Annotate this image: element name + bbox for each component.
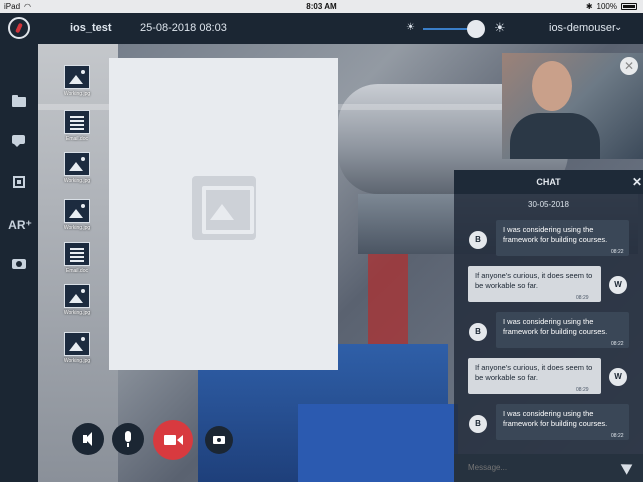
document-file-icon xyxy=(64,242,90,266)
brightness-low-icon: ☀ xyxy=(406,22,415,33)
session-name: ios_test xyxy=(70,22,112,34)
message-bubble: I was considering using the framework fo… xyxy=(496,404,629,440)
file-item[interactable]: Working.jpg xyxy=(62,284,92,316)
bluetooth-icon: ✱ xyxy=(585,2,593,11)
file-name: Working.jpg xyxy=(63,91,91,97)
qr-code-icon[interactable] xyxy=(13,176,25,188)
file-item[interactable]: Working.jpg xyxy=(62,332,92,364)
avatar: B xyxy=(469,415,487,433)
document-viewer[interactable] xyxy=(109,58,338,370)
avatar: W xyxy=(609,368,627,386)
video-camera-icon[interactable] xyxy=(153,420,193,460)
machinery-shape xyxy=(298,404,458,482)
image-file-icon xyxy=(64,65,90,89)
image-placeholder-icon xyxy=(192,176,256,240)
participant-body xyxy=(510,113,600,159)
chat-panel: CHAT ✕ 30-05-2018 B I was considering us… xyxy=(454,170,643,482)
battery-icon xyxy=(621,3,637,10)
app-logo-icon[interactable] xyxy=(8,17,30,39)
message-text: I was considering using the framework fo… xyxy=(503,225,608,244)
image-file-icon xyxy=(64,199,90,223)
message-time: 08:22 xyxy=(611,249,624,255)
file-item[interactable]: Working.jpg xyxy=(62,65,92,97)
file-name: Email.doc xyxy=(66,268,88,274)
brightness-high-icon: ☀ xyxy=(494,20,506,35)
left-sidebar: AR⁺ xyxy=(0,44,38,482)
image-file-icon xyxy=(64,152,90,176)
chat-title: CHAT xyxy=(536,177,561,187)
image-file-icon xyxy=(64,332,90,356)
battery-percent: 100% xyxy=(596,2,617,11)
message-bubble: I was considering using the framework fo… xyxy=(496,312,629,348)
participant-face xyxy=(532,61,572,111)
folder-icon[interactable] xyxy=(12,95,26,107)
close-chat-icon[interactable]: ✕ xyxy=(631,170,643,194)
file-item[interactable]: Working.jpg xyxy=(62,152,92,184)
chevron-down-icon[interactable]: ⌄ xyxy=(614,22,622,33)
file-item[interactable]: Email.doc xyxy=(62,110,92,142)
file-item[interactable]: Email.doc xyxy=(62,242,92,274)
remote-video-feed[interactable]: ✕ xyxy=(502,53,643,159)
file-name: Working.jpg xyxy=(63,225,91,231)
chat-message: B I was considering using the framework … xyxy=(454,312,643,352)
chat-message: If anyone's curious, it does seem to be … xyxy=(454,266,643,306)
message-time: 08:22 xyxy=(611,341,624,347)
message-time: 08:29 xyxy=(576,295,589,301)
message-text: If anyone's curious, it does seem to be … xyxy=(475,271,593,290)
file-name: Working.jpg xyxy=(63,358,91,364)
snapshot-icon[interactable] xyxy=(205,426,233,454)
avatar: W xyxy=(609,276,627,294)
chat-input-bar xyxy=(454,454,643,482)
avatar: B xyxy=(469,231,487,249)
message-input[interactable] xyxy=(468,463,618,472)
send-icon[interactable] xyxy=(620,459,636,475)
image-file-icon xyxy=(64,284,90,308)
chat-header: CHAT ✕ xyxy=(454,170,643,194)
message-text: I was considering using the framework fo… xyxy=(503,317,608,336)
microphone-icon[interactable] xyxy=(112,423,144,455)
camera-icon[interactable] xyxy=(12,259,26,269)
ar-icon[interactable]: AR⁺ xyxy=(8,215,32,235)
chat-message: B I was considering using the framework … xyxy=(454,220,643,260)
ios-status-bar: iPad ◠ 8:03 AM ✱ 100% xyxy=(0,0,643,13)
file-name: Email.doc xyxy=(66,136,88,142)
file-name: Working.jpg xyxy=(63,310,91,316)
message-time: 08:22 xyxy=(611,433,624,439)
chat-message: B I was considering using the framework … xyxy=(454,404,643,444)
close-video-icon[interactable]: ✕ xyxy=(620,57,638,75)
file-name: Working.jpg xyxy=(63,178,91,184)
chat-date: 30-05-2018 xyxy=(528,200,569,209)
session-datetime: 25-08-2018 08:03 xyxy=(140,22,227,34)
chat-icon[interactable] xyxy=(12,135,25,147)
file-item[interactable]: Working.jpg xyxy=(62,199,92,231)
message-text: If anyone's curious, it does seem to be … xyxy=(475,363,593,382)
speaker-icon[interactable] xyxy=(72,423,104,455)
brightness-slider-knob[interactable] xyxy=(467,20,485,38)
message-bubble: I was considering using the framework fo… xyxy=(496,220,629,256)
top-app-bar: ios_test 25-08-2018 08:03 ☀ ☀ ios-demous… xyxy=(0,13,643,44)
avatar: B xyxy=(469,323,487,341)
status-time: 8:03 AM xyxy=(306,2,337,11)
message-text: I was considering using the framework fo… xyxy=(503,409,608,428)
chat-message: If anyone's curious, it does seem to be … xyxy=(454,358,643,398)
status-right: ✱ 100% xyxy=(586,2,637,11)
user-menu-label[interactable]: ios-demouser xyxy=(549,22,616,34)
document-file-icon xyxy=(64,110,90,134)
message-time: 08:29 xyxy=(576,387,589,393)
